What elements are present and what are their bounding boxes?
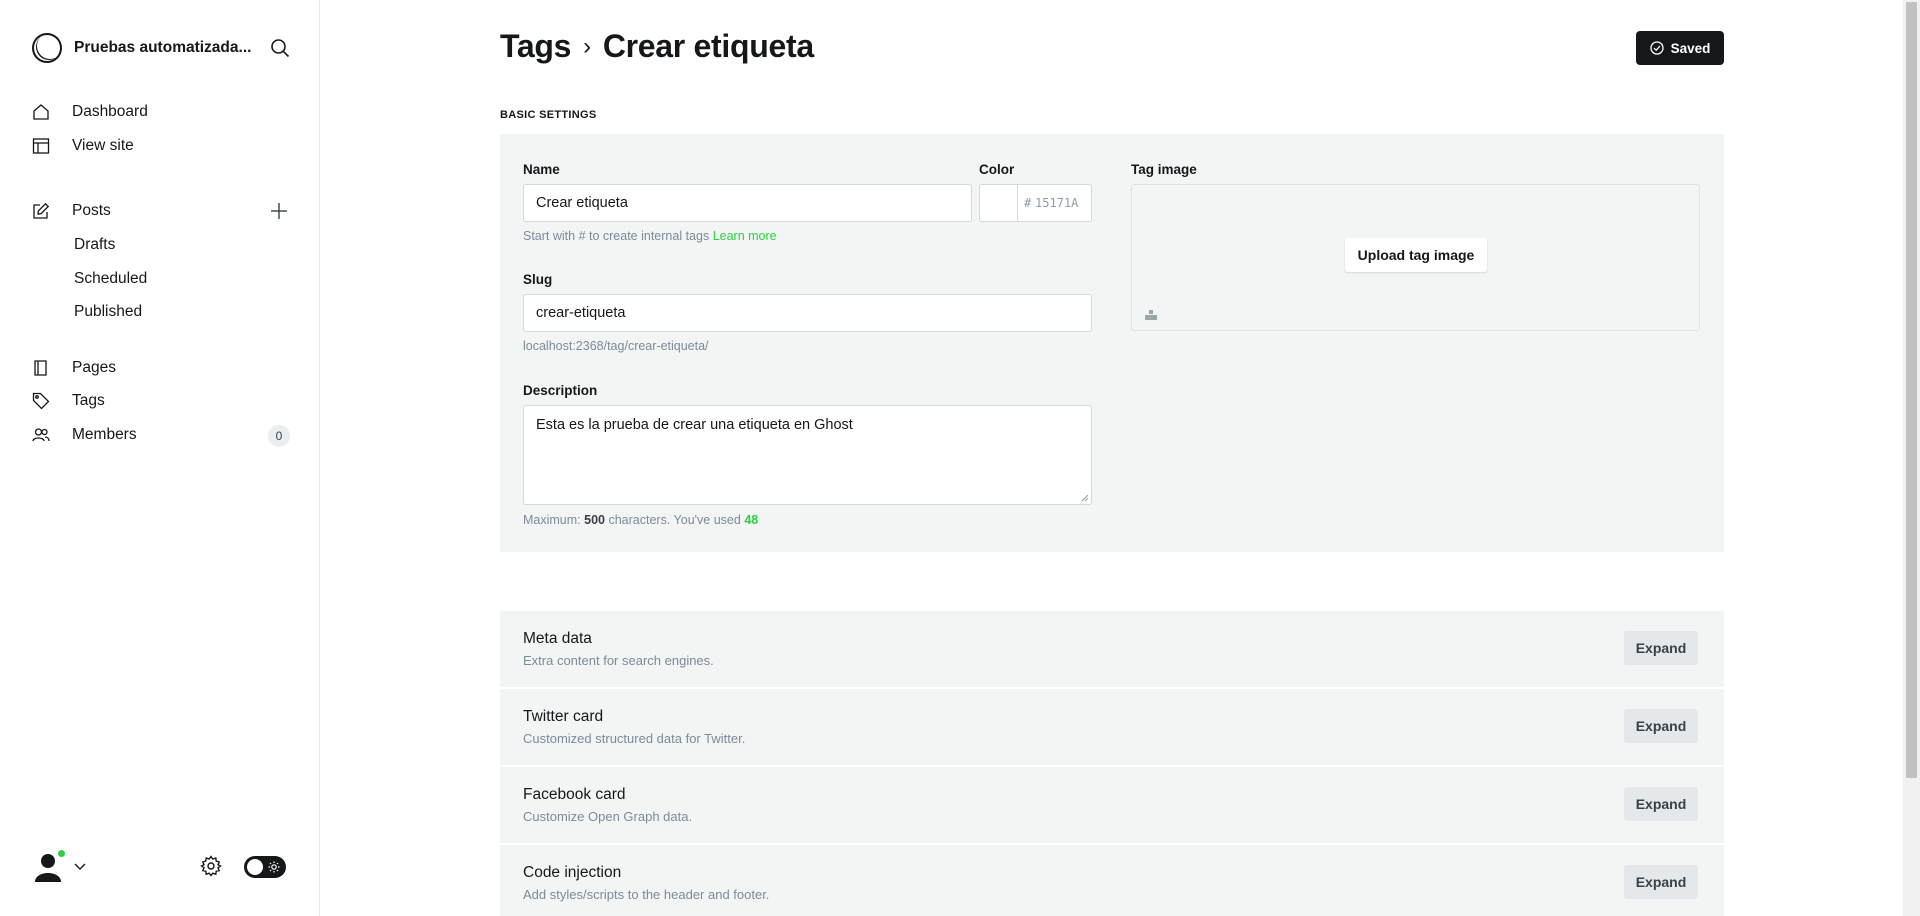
- sidebar-item-tags[interactable]: Tags: [32, 386, 290, 416]
- sidebar-item-view-site[interactable]: View site: [32, 131, 290, 161]
- home-icon: [33, 104, 49, 120]
- sidebar-item-scheduled[interactable]: Scheduled: [74, 264, 147, 294]
- site-header[interactable]: Pruebas automatizada...: [32, 32, 290, 64]
- check-circle-icon: [1649, 41, 1664, 55]
- online-status-dot: [56, 848, 67, 859]
- page-title: Crear etiqueta: [602, 28, 814, 64]
- scrollbar-thumb[interactable]: [1906, 2, 1917, 778]
- main-content: Tags › Crear etiqueta Saved BASIC SETTIN…: [321, 0, 1901, 916]
- slug-url-hint: localhost:2368/tag/crear-etiqueta/: [523, 339, 709, 353]
- basic-settings-card: Name Crear etiqueta Start with # to crea…: [500, 134, 1724, 552]
- save-button-label: Saved: [1670, 40, 1711, 56]
- expand-button[interactable]: Expand: [1624, 865, 1698, 899]
- tag-image-label: Tag image: [1131, 162, 1197, 177]
- sidebar-item-label: Posts: [72, 202, 111, 219]
- section-description: Customized structured data for Twitter.: [523, 731, 746, 746]
- sidebar-footer: [32, 848, 290, 882]
- name-label: Name: [523, 162, 560, 177]
- learn-more-link[interactable]: Learn more: [713, 229, 777, 243]
- section-heading: Code injection: [523, 864, 622, 881]
- section-description: Add styles/scripts to the header and foo…: [523, 887, 770, 902]
- sidebar-item-label: View site: [72, 137, 134, 154]
- sidebar-item-dashboard[interactable]: Dashboard: [32, 97, 290, 127]
- breadcrumb-separator: ›: [583, 32, 591, 60]
- color-hex-input[interactable]: 15171A: [1035, 196, 1078, 210]
- tag-image-dropzone[interactable]: Upload tag image: [1131, 184, 1700, 331]
- sidebar-item-drafts[interactable]: Drafts: [74, 230, 115, 260]
- search-icon[interactable]: [270, 38, 290, 58]
- chevron-down-icon[interactable]: [74, 862, 86, 872]
- section-description: Customize Open Graph data.: [523, 809, 693, 824]
- sidebar-item-label: Tags: [72, 392, 105, 409]
- site-logo-icon: [32, 33, 62, 63]
- color-swatch[interactable]: [980, 185, 1018, 221]
- section-heading: Twitter card: [523, 708, 604, 725]
- book-icon: [34, 360, 47, 376]
- description-hint: Maximum: 500 characters. You've used 48: [523, 513, 758, 527]
- section-heading: Meta data: [523, 630, 592, 647]
- description-textarea[interactable]: Esta es la prueba de crear una etiqueta …: [523, 405, 1092, 505]
- color-hash: #: [1024, 196, 1032, 210]
- sidebar-item-label: Pages: [72, 359, 116, 376]
- color-field[interactable]: # 15171A: [979, 184, 1092, 222]
- slug-label: Slug: [523, 272, 553, 287]
- hint-used-count: 48: [744, 513, 759, 527]
- layout-icon: [32, 138, 50, 154]
- name-hint-text: Start with # to create internal tags: [523, 229, 710, 243]
- hint-text: Maximum:: [523, 513, 581, 527]
- pencil-icon: [33, 202, 50, 219]
- upload-tag-image-button[interactable]: Upload tag image: [1345, 238, 1487, 272]
- sidebar-item-label: Members: [72, 426, 137, 443]
- slug-input[interactable]: crear-etiqueta: [523, 294, 1092, 332]
- hint-max: 500: [584, 513, 605, 527]
- breadcrumb: Tags › Crear etiqueta: [500, 28, 814, 65]
- tag-icon: [32, 392, 50, 410]
- name-input[interactable]: Crear etiqueta: [523, 184, 972, 222]
- breadcrumb-tags-link[interactable]: Tags: [500, 28, 571, 65]
- twitter-card-section: Twitter card Customized structured data …: [500, 689, 1724, 765]
- section-title: BASIC SETTINGS: [500, 109, 597, 121]
- description-text: Esta es la prueba de crear una etiqueta …: [536, 417, 853, 433]
- sidebar-item-members[interactable]: Members 0: [32, 420, 290, 450]
- dark-mode-toggle[interactable]: [244, 856, 286, 878]
- section-description: Extra content for search engines.: [523, 653, 714, 668]
- toggle-knob: [247, 859, 263, 875]
- expand-button[interactable]: Expand: [1624, 787, 1698, 821]
- hint-text: characters. You've used: [608, 513, 741, 527]
- plus-icon[interactable]: [268, 200, 290, 222]
- resize-handle-icon[interactable]: [1081, 494, 1089, 502]
- description-label: Description: [523, 383, 598, 398]
- section-heading: Facebook card: [523, 786, 626, 803]
- users-icon: [32, 428, 50, 442]
- name-hint: Start with # to create internal tags Lea…: [523, 229, 777, 243]
- meta-data-section: Meta data Extra content for search engin…: [500, 611, 1724, 687]
- facebook-card-section: Facebook card Customize Open Graph data.…: [500, 767, 1724, 843]
- sidebar-item-published[interactable]: Published: [74, 297, 142, 327]
- members-count-badge: 0: [268, 425, 290, 447]
- sidebar-item-posts[interactable]: Posts: [32, 196, 290, 226]
- sidebar-item-label: Dashboard: [72, 103, 148, 120]
- expand-button[interactable]: Expand: [1624, 709, 1698, 743]
- expand-button[interactable]: Expand: [1624, 631, 1698, 665]
- color-label: Color: [979, 162, 1015, 177]
- sidebar: Pruebas automatizada... Dashboard View s…: [0, 0, 320, 916]
- sun-icon: [268, 861, 280, 873]
- site-title[interactable]: Pruebas automatizada...: [74, 39, 254, 57]
- code-injection-section: Code injection Add styles/scripts to the…: [500, 845, 1724, 916]
- gear-icon[interactable]: [200, 855, 222, 877]
- save-button[interactable]: Saved: [1636, 31, 1724, 65]
- image-placeholder-icon: [1145, 310, 1157, 320]
- sidebar-item-pages[interactable]: Pages: [32, 353, 290, 383]
